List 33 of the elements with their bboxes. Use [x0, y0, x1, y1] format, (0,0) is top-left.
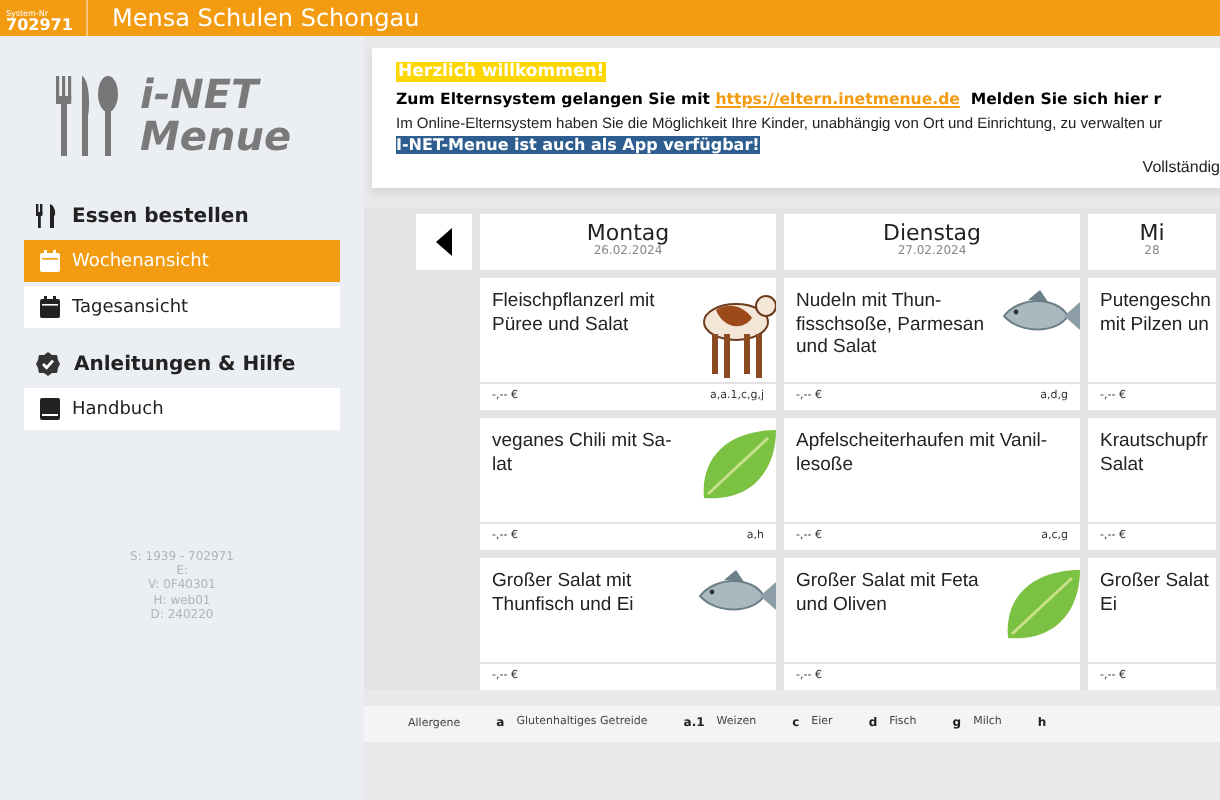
meal-name: Krautschupfr Salat: [1100, 429, 1210, 480]
meal-name: Putengeschn mit Pilzen un: [1100, 289, 1213, 340]
meal-name: Fleischpflanzerl mit Püree und Salat: [492, 289, 657, 340]
meal-name: Großer Salat mit Thunfisch und Ei: [492, 569, 636, 620]
book-icon: [40, 398, 60, 420]
cutlery-icon: [52, 72, 124, 160]
logo-text: i-NET: [140, 74, 263, 116]
section-heading: Anleitungen & Hilfe: [74, 353, 296, 375]
section-heading: Essen bestellen: [72, 205, 249, 227]
left-triangle-icon: [436, 227, 452, 256]
read-more-link[interactable]: Vollständig: [1142, 157, 1220, 176]
day-name: Montag: [586, 222, 670, 247]
meal-name: veganes Chili mit Sa-lat: [492, 429, 674, 480]
school-title: Mensa Schulen Schongau: [112, 4, 420, 32]
meal-name: Nudeln mit Thun-fisschsoße, Parmesan und Salat: [796, 289, 986, 363]
calendar-icon: [40, 250, 60, 272]
leaf-drawing: [1004, 565, 1080, 642]
meal-name: Apfelscheiterhaufen mit Vanil-lesoße: [796, 429, 1049, 480]
leaf-drawing: [700, 425, 776, 502]
system-number: 702971: [6, 18, 75, 36]
welcome-heading: Herzlich willkommen!: [396, 62, 607, 82]
logo-text: Menue: [140, 116, 292, 158]
previous-week-button[interactable]: [416, 213, 472, 270]
day-name: Dienstag: [882, 222, 982, 247]
cutlery-icon: [36, 204, 58, 228]
nav-item[interactable]: Tagesansicht: [24, 286, 340, 328]
app-notice: I-NET-Menue ist auch als App verfügbar!: [396, 135, 760, 154]
nav-item[interactable]: Handbuch: [24, 388, 340, 430]
meal-name: Großer Salat mit Feta und Oliven: [796, 569, 981, 620]
meal-name: Großer Salat Ei: [1100, 569, 1211, 620]
calendar-icon: [40, 296, 60, 318]
check-badge-icon: [36, 352, 60, 376]
day-name: Mi: [1139, 222, 1165, 247]
